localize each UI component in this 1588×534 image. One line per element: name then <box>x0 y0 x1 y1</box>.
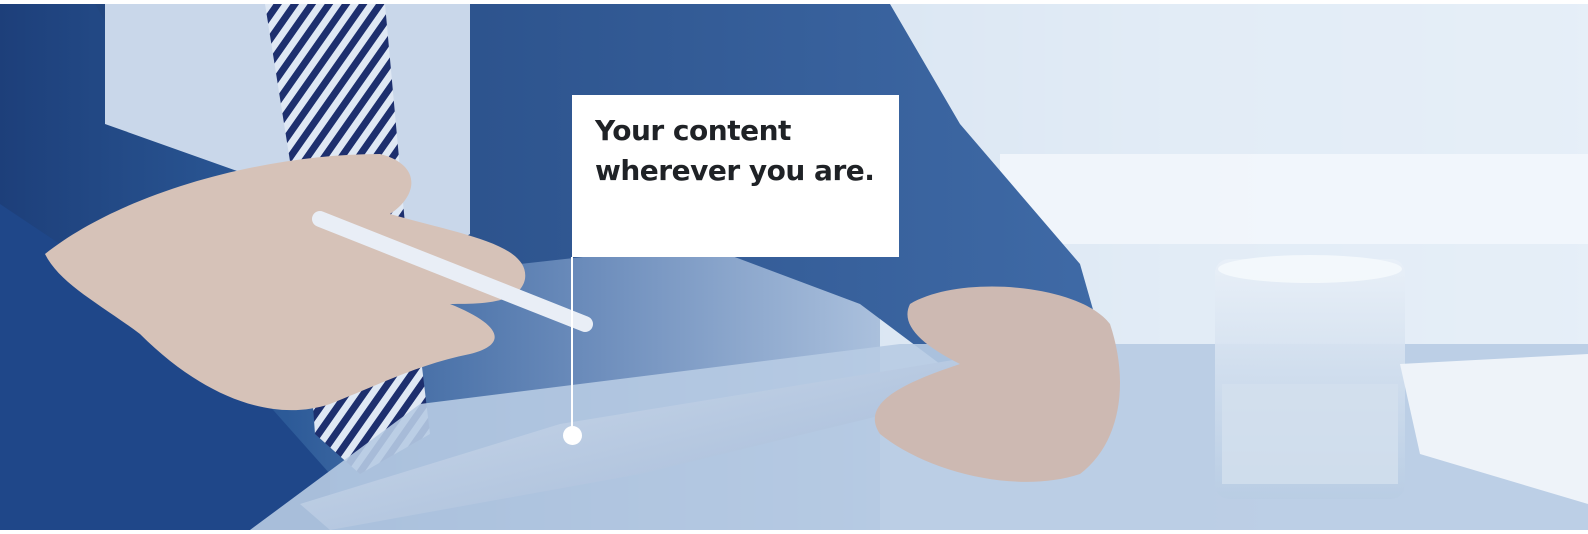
callout-pointer-line <box>571 257 573 435</box>
hero-banner <box>0 4 1588 530</box>
headline: Your content wherever you are. <box>595 111 879 191</box>
headline-callout: Your content wherever you are. <box>572 95 899 257</box>
headline-line-1: Your content <box>595 114 791 147</box>
hero-photo <box>0 4 1588 530</box>
callout-pointer-dot <box>563 426 582 445</box>
headline-line-2: wherever you are. <box>595 154 875 187</box>
